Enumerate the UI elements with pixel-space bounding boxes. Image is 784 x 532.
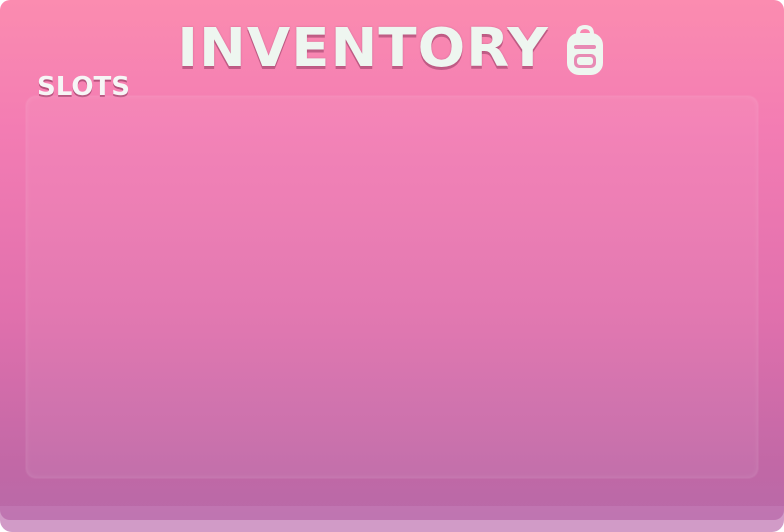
backpack-icon — [566, 24, 603, 75]
slots-grid[interactable] — [26, 96, 758, 478]
panel-bottom-edge — [0, 506, 784, 532]
inventory-panel: INVENTORY SLOTS — [0, 0, 784, 520]
inventory-title: INVENTORY — [177, 17, 549, 80]
